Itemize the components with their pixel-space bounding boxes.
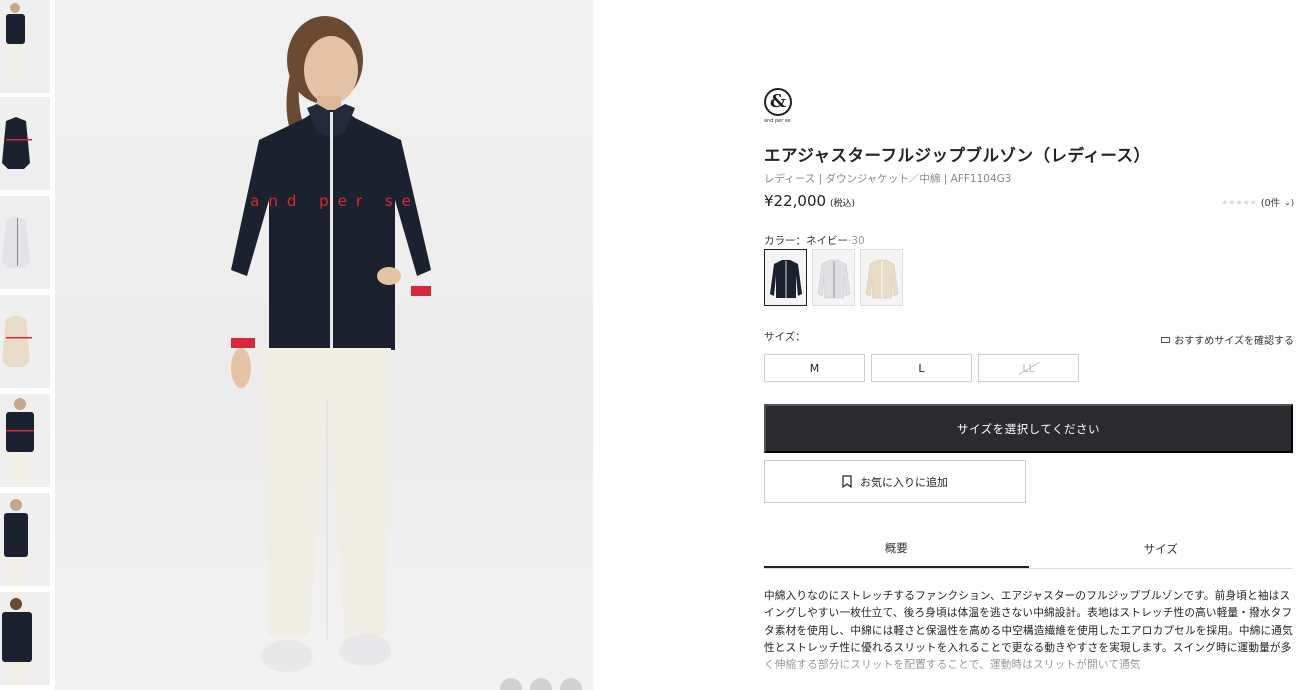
product-title: エアジャスターフルジップブルゾン（レディース） xyxy=(764,146,1151,165)
carousel-dot[interactable] xyxy=(500,678,522,690)
carousel-dots xyxy=(500,678,582,690)
size-option-ll[interactable]: LL xyxy=(978,354,1079,382)
product-price: ¥22,000 (税込) xyxy=(764,192,855,210)
brand-logo[interactable]: & and per se xyxy=(764,88,794,126)
thumbnail-model-side[interactable] xyxy=(0,493,50,587)
thumbnail-jacket-navy[interactable] xyxy=(0,97,50,191)
thumbnail-jacket-gray[interactable] xyxy=(0,196,50,290)
color-swatch-navy[interactable] xyxy=(764,249,807,306)
favorites-label: お気に入りに追加 xyxy=(860,476,948,489)
tab-size[interactable]: サイズ xyxy=(1029,530,1294,568)
chevron-down-icon: ⌄) xyxy=(1284,197,1294,207)
price-value: ¥22,000 xyxy=(764,192,827,210)
main-product-image[interactable]: and per se xyxy=(55,0,593,690)
product-panel: & and per se エアジャスターフルジップブルゾン（レディース） レディ… xyxy=(764,0,1294,690)
thumbnail-front[interactable] xyxy=(0,0,50,94)
carousel-next-button[interactable] xyxy=(560,678,582,690)
color-code: ·30 xyxy=(848,235,865,247)
color-swatches xyxy=(764,249,903,306)
review-summary[interactable]: ★★★★★ (0件 ⌄) xyxy=(1221,195,1294,210)
size-label: サイズ： xyxy=(764,331,806,343)
size-option-l[interactable]: L xyxy=(871,354,972,382)
model-photo: and per se xyxy=(231,16,431,672)
color-swatch-beige[interactable] xyxy=(860,249,903,306)
thumbnail-model-back[interactable] xyxy=(0,592,50,686)
detail-tabs: 概要 サイズ xyxy=(764,530,1293,569)
ruler-icon xyxy=(1161,336,1171,343)
add-to-favorites-button[interactable]: お気に入りに追加 xyxy=(764,460,1026,503)
jacket-print: and per se xyxy=(250,192,420,210)
color-label: カラー：ネイビー·30 xyxy=(764,233,865,248)
color-swatch-light-gray[interactable] xyxy=(812,249,855,306)
brand-logo-text: and per se xyxy=(764,118,791,124)
size-option-m[interactable]: M xyxy=(764,354,865,382)
size-guide-label: おすすめサイズを確認する xyxy=(1174,336,1294,347)
carousel-prev-button[interactable] xyxy=(530,678,552,690)
rating-stars: ★★★★★ xyxy=(1221,197,1257,207)
select-size-button[interactable]: サイズを選択してください xyxy=(764,404,1293,453)
review-count: (0件 xyxy=(1260,198,1281,209)
size-guide-link[interactable]: おすすめサイズを確認する xyxy=(1161,332,1294,347)
color-name: カラー：ネイビー xyxy=(764,235,848,247)
tax-label: (税込) xyxy=(830,199,856,209)
tab-overview[interactable]: 概要 xyxy=(764,530,1029,568)
product-meta: レディース | ダウンジャケット／中綿 | AFF1104G3 xyxy=(764,173,1012,185)
description-fade xyxy=(764,656,1294,690)
size-options: M L LL xyxy=(764,354,1079,382)
thumbnail-jacket-beige[interactable] xyxy=(0,295,50,389)
bookmark-icon xyxy=(842,475,852,488)
brand-logo-glyph: & xyxy=(769,91,787,112)
thumbnail-strip xyxy=(0,0,50,690)
thumbnail-model-front[interactable] xyxy=(0,394,50,488)
